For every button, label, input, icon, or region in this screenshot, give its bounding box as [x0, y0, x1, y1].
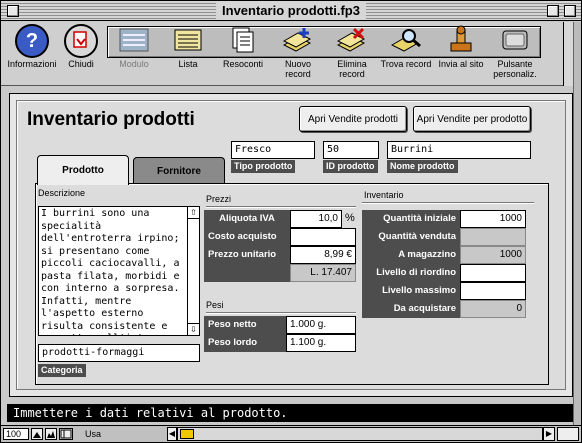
- toolbar: ? Informazioni Chiudi Modulo Lista Resoc…: [1, 22, 581, 86]
- new-record-button[interactable]: Nuovo record: [271, 22, 325, 86]
- title-bar[interactable]: Inventario prodotti.fp3: [1, 1, 581, 21]
- app-window: Inventario prodotti.fp3 ? Informazioni C…: [0, 0, 582, 443]
- question-icon: ?: [15, 24, 49, 58]
- delete-record-button[interactable]: Elimina record: [325, 22, 379, 86]
- inventory-row-value: 0: [460, 300, 526, 318]
- send-site-button[interactable]: Invia al sito: [433, 22, 489, 86]
- close-box-icon[interactable]: [7, 5, 19, 17]
- category-label: Categoria: [38, 364, 86, 377]
- status-message: Immettere i dati relativi al prodotto.: [7, 404, 575, 422]
- open-product-sales-button[interactable]: Apri Vendite prodotti: [299, 106, 407, 132]
- product-type-label: Tipo prodotto: [231, 160, 296, 173]
- list-icon: [170, 25, 206, 57]
- net-weight-label: Peso netto: [204, 316, 286, 334]
- description-text: I burrini sono una specialità dell'entro…: [41, 208, 180, 335]
- product-id-field[interactable]: 50: [323, 141, 379, 159]
- inventory-row-label: Da acquistare: [362, 300, 460, 318]
- inventory-row-value: [460, 228, 526, 246]
- purchase-cost-label: Costo acquisto: [204, 228, 290, 246]
- inventory-row-label: A magazzino: [362, 246, 460, 264]
- tab-fornitore[interactable]: Fornitore: [133, 157, 225, 185]
- new-record-icon: [280, 25, 316, 57]
- description-scrollbar[interactable]: ⇧ ⇩: [187, 207, 199, 335]
- close-button[interactable]: Chiudi: [59, 22, 103, 86]
- resize-grip-icon[interactable]: [557, 427, 579, 441]
- category-field[interactable]: prodotti-formaggi: [38, 344, 200, 362]
- inventory-row-label: Quantità venduta: [362, 228, 460, 246]
- vat-rate-field[interactable]: 10,0: [290, 210, 342, 228]
- lire-price-spacer: [204, 264, 290, 282]
- gross-weight-field[interactable]: 1.100 g.: [286, 334, 356, 352]
- scroll-right-icon[interactable]: ▶: [543, 427, 555, 441]
- inventory-row-value[interactable]: 1000: [460, 210, 526, 228]
- inventory-row-value[interactable]: [460, 282, 526, 300]
- send-site-icon: [443, 25, 479, 57]
- form-area: Inventario prodotti Apri Vendite prodott…: [16, 100, 566, 390]
- tab-prodotto[interactable]: Prodotto: [37, 155, 129, 185]
- open-sales-by-product-button[interactable]: Apri Vendite per prodotto: [413, 106, 531, 132]
- product-name-field[interactable]: Burrini: [387, 141, 531, 159]
- zoom-in-icon[interactable]: [45, 428, 57, 440]
- scroll-up-icon[interactable]: ⇧: [188, 207, 199, 219]
- weights-heading: Pesi: [206, 300, 224, 310]
- zoom-level[interactable]: 100: [3, 428, 29, 440]
- prices-heading: Prezzi: [206, 194, 232, 204]
- prices-divider: [206, 206, 356, 208]
- find-record-button[interactable]: Trova record: [379, 22, 433, 86]
- report-icon: [225, 25, 261, 57]
- description-textarea[interactable]: I burrini sono una specialità dell'entro…: [38, 206, 200, 336]
- layout-frame: Inventario prodotti Apri Vendite prodott…: [9, 93, 573, 397]
- inventory-row-label: Livello massimo: [362, 282, 460, 300]
- inventory-divider: [362, 202, 534, 204]
- bottom-bar: 100 Usa ◀ ▶: [1, 425, 581, 442]
- inventory-row-label: Livello di riordino: [362, 264, 460, 282]
- page-title: Inventario prodotti: [27, 109, 195, 130]
- reports-button[interactable]: Resoconti: [215, 22, 271, 86]
- info-button[interactable]: ? Informazioni: [3, 22, 61, 86]
- gross-weight-label: Peso lordo: [204, 334, 286, 352]
- description-heading: Descrizione: [38, 188, 86, 198]
- weights-divider: [206, 312, 356, 314]
- scroll-left-icon[interactable]: ◀: [167, 427, 177, 441]
- percent-unit: %: [345, 212, 355, 224]
- horizontal-scrollbar[interactable]: [177, 427, 543, 441]
- net-weight-field[interactable]: 1.000 g.: [286, 316, 356, 334]
- inventory-heading: Inventario: [364, 190, 404, 200]
- custom-button-icon: [497, 25, 533, 57]
- form-view-button[interactable]: Modulo: [109, 22, 159, 86]
- mode-popup[interactable]: Usa: [75, 427, 175, 441]
- list-view-button[interactable]: Lista: [161, 22, 215, 86]
- inventory-row-label: Quantità iniziale: [362, 210, 460, 228]
- window-title: Inventario prodotti.fp3: [216, 2, 366, 20]
- purchase-cost-field[interactable]: [290, 228, 356, 246]
- inventory-row-value: 1000: [460, 246, 526, 264]
- vat-rate-label: Aliquota IVA: [204, 210, 290, 228]
- inventory-row-value[interactable]: [460, 264, 526, 282]
- vertical-scrollbar[interactable]: [573, 22, 581, 425]
- find-record-icon: [388, 25, 424, 57]
- custom-button[interactable]: Pulsante personaliz.: [485, 22, 545, 86]
- horizontal-scroll-thumb[interactable]: [180, 429, 194, 439]
- product-name-label: Nome prodotto: [387, 160, 458, 173]
- status-area-toggle-icon[interactable]: [59, 428, 73, 440]
- collapse-box-icon[interactable]: [564, 5, 576, 17]
- zoom-out-icon[interactable]: [31, 428, 43, 440]
- product-type-field[interactable]: Fresco: [231, 141, 315, 159]
- form-icon: [116, 25, 152, 57]
- zoom-box-icon[interactable]: [547, 5, 559, 17]
- unit-price-field[interactable]: 8,99 €: [290, 246, 356, 264]
- lire-price-field: L. 17.407: [290, 264, 356, 282]
- delete-record-icon: [334, 25, 370, 57]
- close-doc-icon: [64, 24, 98, 58]
- product-id-label: ID prodotto: [323, 160, 378, 173]
- product-panel: Descrizione I burrini sono una specialit…: [35, 183, 549, 385]
- unit-price-label: Prezzo unitario: [204, 246, 290, 264]
- scroll-down-icon[interactable]: ⇩: [188, 323, 199, 335]
